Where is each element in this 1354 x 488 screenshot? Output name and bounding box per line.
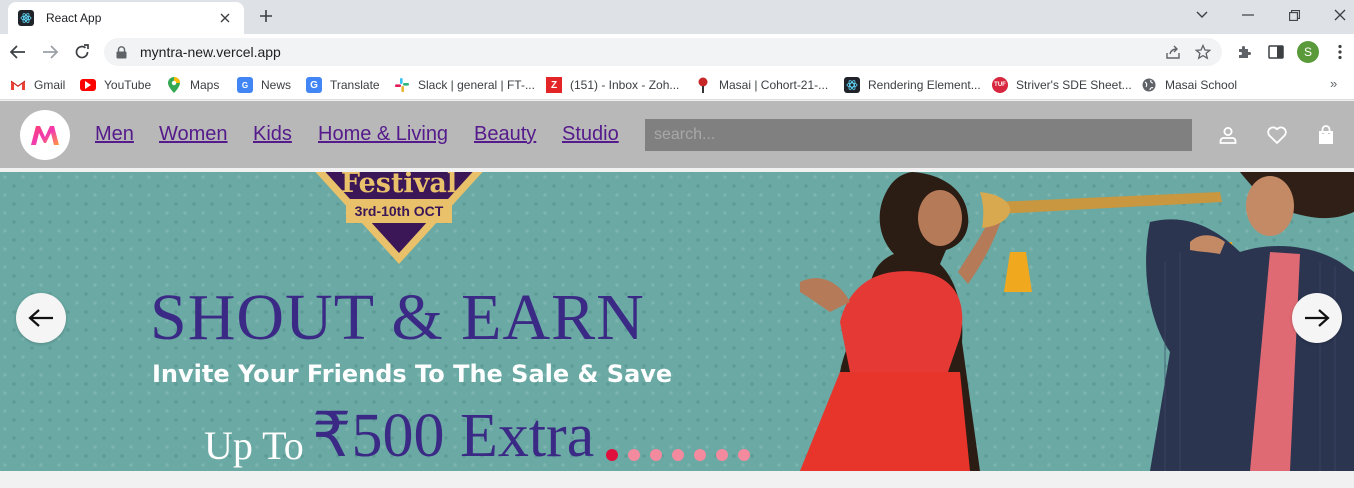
bookmark-label: (151) - Inbox - Zoh...: [570, 78, 680, 92]
minimize-icon[interactable]: [1236, 4, 1260, 26]
offer-prefix: Up To: [204, 423, 304, 468]
nav-link-men[interactable]: Men: [95, 123, 134, 146]
masai-icon: [695, 77, 711, 93]
bookmarks-bar: Gmail YouTube Maps G News G Translate Sl…: [0, 70, 1354, 100]
shopping-bag-icon[interactable]: [1315, 124, 1337, 146]
site-navbar: Men Women Kids Home & Living Beauty Stud…: [0, 101, 1354, 168]
banner-models-illustration: [800, 172, 1354, 471]
slack-icon: [394, 77, 410, 93]
bookmark-label: Masai School: [1165, 78, 1238, 92]
side-panel-icon[interactable]: [1265, 41, 1287, 63]
nav-link-kids[interactable]: Kids: [253, 123, 292, 146]
profile-icon[interactable]: [1217, 124, 1239, 146]
arrow-right-icon: [1305, 309, 1330, 327]
bookmark-masai-cohort[interactable]: Masai | Cohort-21-...: [695, 76, 828, 94]
bookmark-slack[interactable]: Slack | general | FT-...: [394, 76, 535, 94]
reload-icon[interactable]: [71, 41, 93, 63]
news-icon: G: [237, 77, 253, 93]
react-icon: [844, 77, 860, 93]
badge-dates: 3rd-10th OCT: [346, 199, 452, 223]
extensions-puzzle-icon[interactable]: [1233, 41, 1255, 63]
bookmark-gmail[interactable]: Gmail: [10, 76, 65, 94]
bookmark-maps[interactable]: Maps: [166, 76, 219, 94]
offer-amount: ₹500 Extra: [312, 402, 595, 470]
carousel-dot[interactable]: [672, 449, 684, 461]
browser-toolbar: myntra-new.vercel.app S: [0, 34, 1354, 70]
carousel-dot[interactable]: [716, 449, 728, 461]
tab-title: React App: [46, 11, 102, 25]
nav-link-beauty[interactable]: Beauty: [474, 123, 536, 146]
banner-subline: Invite Your Friends To The Sale & Save: [152, 360, 673, 388]
carousel-dot[interactable]: [650, 449, 662, 461]
react-icon: [18, 10, 34, 26]
wishlist-heart-icon[interactable]: [1266, 124, 1288, 146]
carousel-dot[interactable]: [738, 449, 750, 461]
bookmark-label: Striver's SDE Sheet...: [1016, 78, 1132, 92]
close-tab-icon[interactable]: [216, 9, 234, 27]
more-bookmarks-icon[interactable]: »: [1330, 76, 1337, 91]
nav-link-home-living[interactable]: Home & Living: [318, 123, 448, 146]
tab-strip: React App: [0, 0, 1354, 34]
bookmark-translate[interactable]: G Translate: [306, 76, 380, 94]
bookmark-youtube[interactable]: YouTube: [80, 76, 151, 94]
lock-icon[interactable]: [114, 45, 128, 59]
bookmark-label: Gmail: [34, 78, 66, 92]
hero-banner-carousel[interactable]: Festival 3rd-10th OCT SHOUT & EARN Invit…: [0, 172, 1354, 471]
carousel-dot[interactable]: [628, 449, 640, 461]
carousel-prev-button[interactable]: [16, 293, 66, 343]
bookmark-label: YouTube: [104, 78, 152, 92]
zoho-icon: Z: [546, 77, 562, 93]
nav-link-studio[interactable]: Studio: [562, 123, 619, 146]
bookmark-label: Translate: [330, 78, 380, 92]
carousel-next-button[interactable]: [1292, 293, 1342, 343]
nav-link-women[interactable]: Women: [159, 123, 228, 146]
search-input[interactable]: [645, 119, 1192, 151]
carousel-dot[interactable]: [694, 449, 706, 461]
bookmark-label: News: [261, 78, 292, 92]
bookmark-star-icon[interactable]: [1194, 43, 1212, 61]
profile-avatar[interactable]: S: [1297, 41, 1319, 63]
close-window-icon[interactable]: [1328, 4, 1352, 26]
back-icon[interactable]: [7, 41, 29, 63]
gmail-icon: [10, 77, 26, 93]
tuf-icon: TUF: [992, 77, 1008, 93]
bookmark-label: Slack | general | FT-...: [418, 78, 535, 92]
restore-icon[interactable]: [1282, 4, 1306, 26]
globe-icon: [1141, 77, 1157, 93]
arrow-left-icon: [28, 309, 53, 327]
myntra-logo[interactable]: [20, 110, 70, 160]
maps-icon: [166, 77, 182, 93]
bookmark-masai-school[interactable]: Masai School: [1141, 76, 1237, 94]
banner-headline: SHOUT & EARN: [150, 281, 645, 354]
badge-title: Festival: [340, 172, 458, 199]
tab-search-chevron-icon[interactable]: [1190, 4, 1214, 26]
bookmark-label: Rendering Element...: [868, 78, 981, 92]
menu-kebab-icon[interactable]: [1329, 41, 1351, 63]
forward-icon[interactable]: [39, 41, 61, 63]
share-icon[interactable]: [1164, 43, 1182, 61]
bookmark-strivers-sde-sheet[interactable]: TUF Striver's SDE Sheet...: [992, 76, 1132, 94]
new-tab-icon[interactable]: [256, 6, 276, 26]
translate-icon: G: [306, 77, 322, 93]
address-bar[interactable]: myntra-new.vercel.app: [104, 38, 1222, 66]
festival-badge: Festival 3rd-10th OCT: [304, 172, 494, 266]
bookmark-label: Masai | Cohort-21-...: [719, 78, 829, 92]
bookmark-rendering-elements[interactable]: Rendering Element...: [844, 76, 981, 94]
carousel-dots: [606, 449, 750, 461]
browser-tab[interactable]: React App: [8, 2, 244, 34]
carousel-dot[interactable]: [606, 449, 618, 461]
bookmark-news[interactable]: G News: [237, 76, 291, 94]
url-text[interactable]: myntra-new.vercel.app: [140, 44, 281, 60]
youtube-icon: [80, 79, 96, 91]
bookmark-zoho-inbox[interactable]: Z (151) - Inbox - Zoh...: [546, 76, 679, 94]
bookmark-label: Maps: [190, 78, 220, 92]
